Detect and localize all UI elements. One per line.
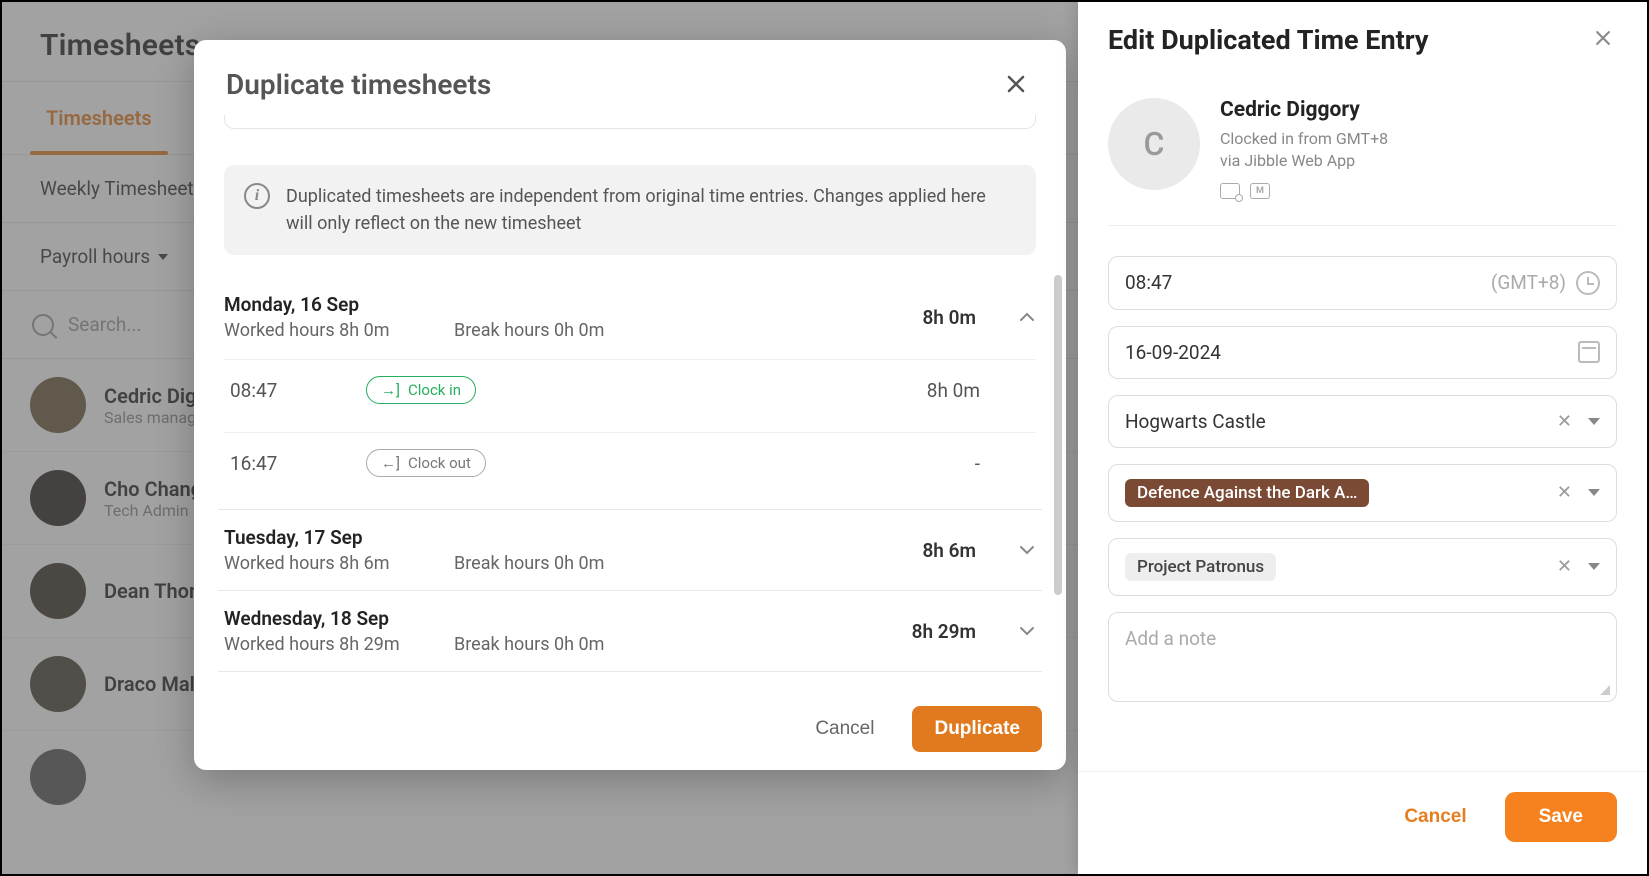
day-block: Monday, 16 Sep Worked hours 8h 0m Break … — [218, 277, 1042, 510]
clock-in-pill: →] Clock in — [366, 376, 476, 404]
day-total: 8h 0m — [922, 306, 994, 329]
close-icon — [1004, 72, 1028, 96]
clock-icon — [1576, 271, 1600, 295]
user-name: Cedric Diggory — [1220, 98, 1388, 122]
pill-label: Clock in — [408, 381, 461, 399]
clear-icon[interactable]: ✕ — [1557, 556, 1572, 577]
chevron-down-icon — [1018, 541, 1036, 559]
info-text: Duplicated timesheets are independent fr… — [286, 183, 1016, 237]
chevron-down-icon[interactable] — [1588, 418, 1600, 425]
location-field[interactable]: Hogwarts Castle ✕ — [1108, 395, 1617, 448]
entry-time: 16:47 — [230, 452, 342, 475]
modal-close-button[interactable] — [998, 68, 1034, 105]
day-total: 8h 6m — [922, 539, 994, 562]
info-icon: i — [244, 183, 270, 209]
duplicate-timesheets-modal: Duplicate timesheets i Duplicated timesh… — [194, 40, 1066, 770]
cancel-button[interactable]: Cancel — [1390, 792, 1480, 842]
info-banner: i Duplicated timesheets are independent … — [224, 165, 1036, 255]
avatar: C — [1108, 98, 1200, 190]
worked-hours: Worked hours 8h 6m — [224, 553, 454, 574]
panel-title: Edit Duplicated Time Entry — [1108, 24, 1428, 56]
panel-close-button[interactable] — [1589, 24, 1617, 52]
save-button[interactable]: Save — [1505, 792, 1617, 842]
chevron-down-icon — [1018, 622, 1036, 640]
day-header[interactable]: Wednesday, 18 Sep Worked hours 8h 29m Br… — [224, 607, 1036, 655]
partial-field-edge — [224, 115, 1036, 129]
scrollbar[interactable] — [1054, 195, 1062, 628]
duplicate-button[interactable]: Duplicate — [912, 706, 1042, 752]
entry-time: 08:47 — [230, 379, 342, 402]
day-block: Wednesday, 18 Sep Worked hours 8h 29m Br… — [218, 591, 1042, 672]
day-header[interactable]: Tuesday, 17 Sep Worked hours 8h 6m Break… — [224, 526, 1036, 574]
worked-hours: Worked hours 8h 29m — [224, 634, 454, 655]
day-header[interactable]: Monday, 16 Sep Worked hours 8h 0m Break … — [224, 293, 1036, 341]
time-entry-row[interactable]: 08:47 →] Clock in 8h 0m — [224, 359, 1036, 420]
cancel-button[interactable]: Cancel — [801, 706, 888, 752]
chevron-down-icon[interactable] — [1588, 489, 1600, 496]
timezone-label: (GMT+8) — [1491, 271, 1566, 294]
chevron-down-icon[interactable] — [1588, 563, 1600, 570]
pill-label: Clock out — [408, 454, 471, 472]
device-icon — [1220, 183, 1240, 199]
clear-icon[interactable]: ✕ — [1557, 482, 1572, 503]
project-chip: Project Patronus — [1125, 553, 1276, 581]
chevron-up-icon — [1018, 308, 1036, 326]
entry-duration: 8h 0m — [927, 379, 1030, 402]
break-hours: Break hours 0h 0m — [454, 634, 604, 655]
date-field[interactable]: 16-09-2024 — [1108, 326, 1617, 379]
modal-title: Duplicate timesheets — [226, 68, 491, 101]
time-value: 08:47 — [1125, 271, 1481, 294]
manual-badge-icon: M — [1250, 183, 1270, 199]
time-field[interactable]: 08:47 (GMT+8) — [1108, 256, 1617, 310]
clear-icon[interactable]: ✕ — [1557, 411, 1572, 432]
day-date: Tuesday, 17 Sep — [224, 526, 454, 549]
note-placeholder: Add a note — [1125, 627, 1216, 650]
activity-chip: Defence Against the Dark A… — [1125, 479, 1369, 507]
day-total: 8h 29m — [912, 620, 994, 643]
day-date: Wednesday, 18 Sep — [224, 607, 454, 630]
day-block: Thursday, 19 Sep Worked hours 8h 40m Bre… — [218, 672, 1042, 688]
break-hours: Break hours 0h 0m — [454, 320, 604, 341]
project-field[interactable]: Project Patronus ✕ — [1108, 538, 1617, 596]
time-entry-row[interactable]: 16:47 ←] Clock out - — [224, 432, 1036, 493]
location-value: Hogwarts Castle — [1125, 410, 1547, 433]
user-meta-line: via Jibble Web App — [1220, 150, 1388, 172]
scrollbar-thumb[interactable] — [1054, 275, 1062, 595]
user-meta-line: Clocked in from GMT+8 — [1220, 128, 1388, 150]
edit-time-entry-panel: Edit Duplicated Time Entry C Cedric Digg… — [1078, 2, 1647, 874]
day-block: Tuesday, 17 Sep Worked hours 8h 6m Break… — [218, 510, 1042, 591]
activity-field[interactable]: Defence Against the Dark A… ✕ — [1108, 464, 1617, 522]
day-date: Monday, 16 Sep — [224, 293, 454, 316]
calendar-icon — [1578, 341, 1600, 363]
clock-out-pill: ←] Clock out — [366, 449, 486, 477]
logout-icon: ←] — [381, 454, 400, 472]
close-icon — [1593, 28, 1613, 48]
date-value: 16-09-2024 — [1125, 341, 1568, 364]
login-icon: →] — [381, 381, 400, 399]
user-summary: C Cedric Diggory Clocked in from GMT+8 v… — [1108, 76, 1617, 226]
note-textarea[interactable]: Add a note — [1108, 612, 1617, 702]
worked-hours: Worked hours 8h 0m — [224, 320, 454, 341]
break-hours: Break hours 0h 0m — [454, 553, 604, 574]
entry-duration: - — [975, 452, 1030, 475]
